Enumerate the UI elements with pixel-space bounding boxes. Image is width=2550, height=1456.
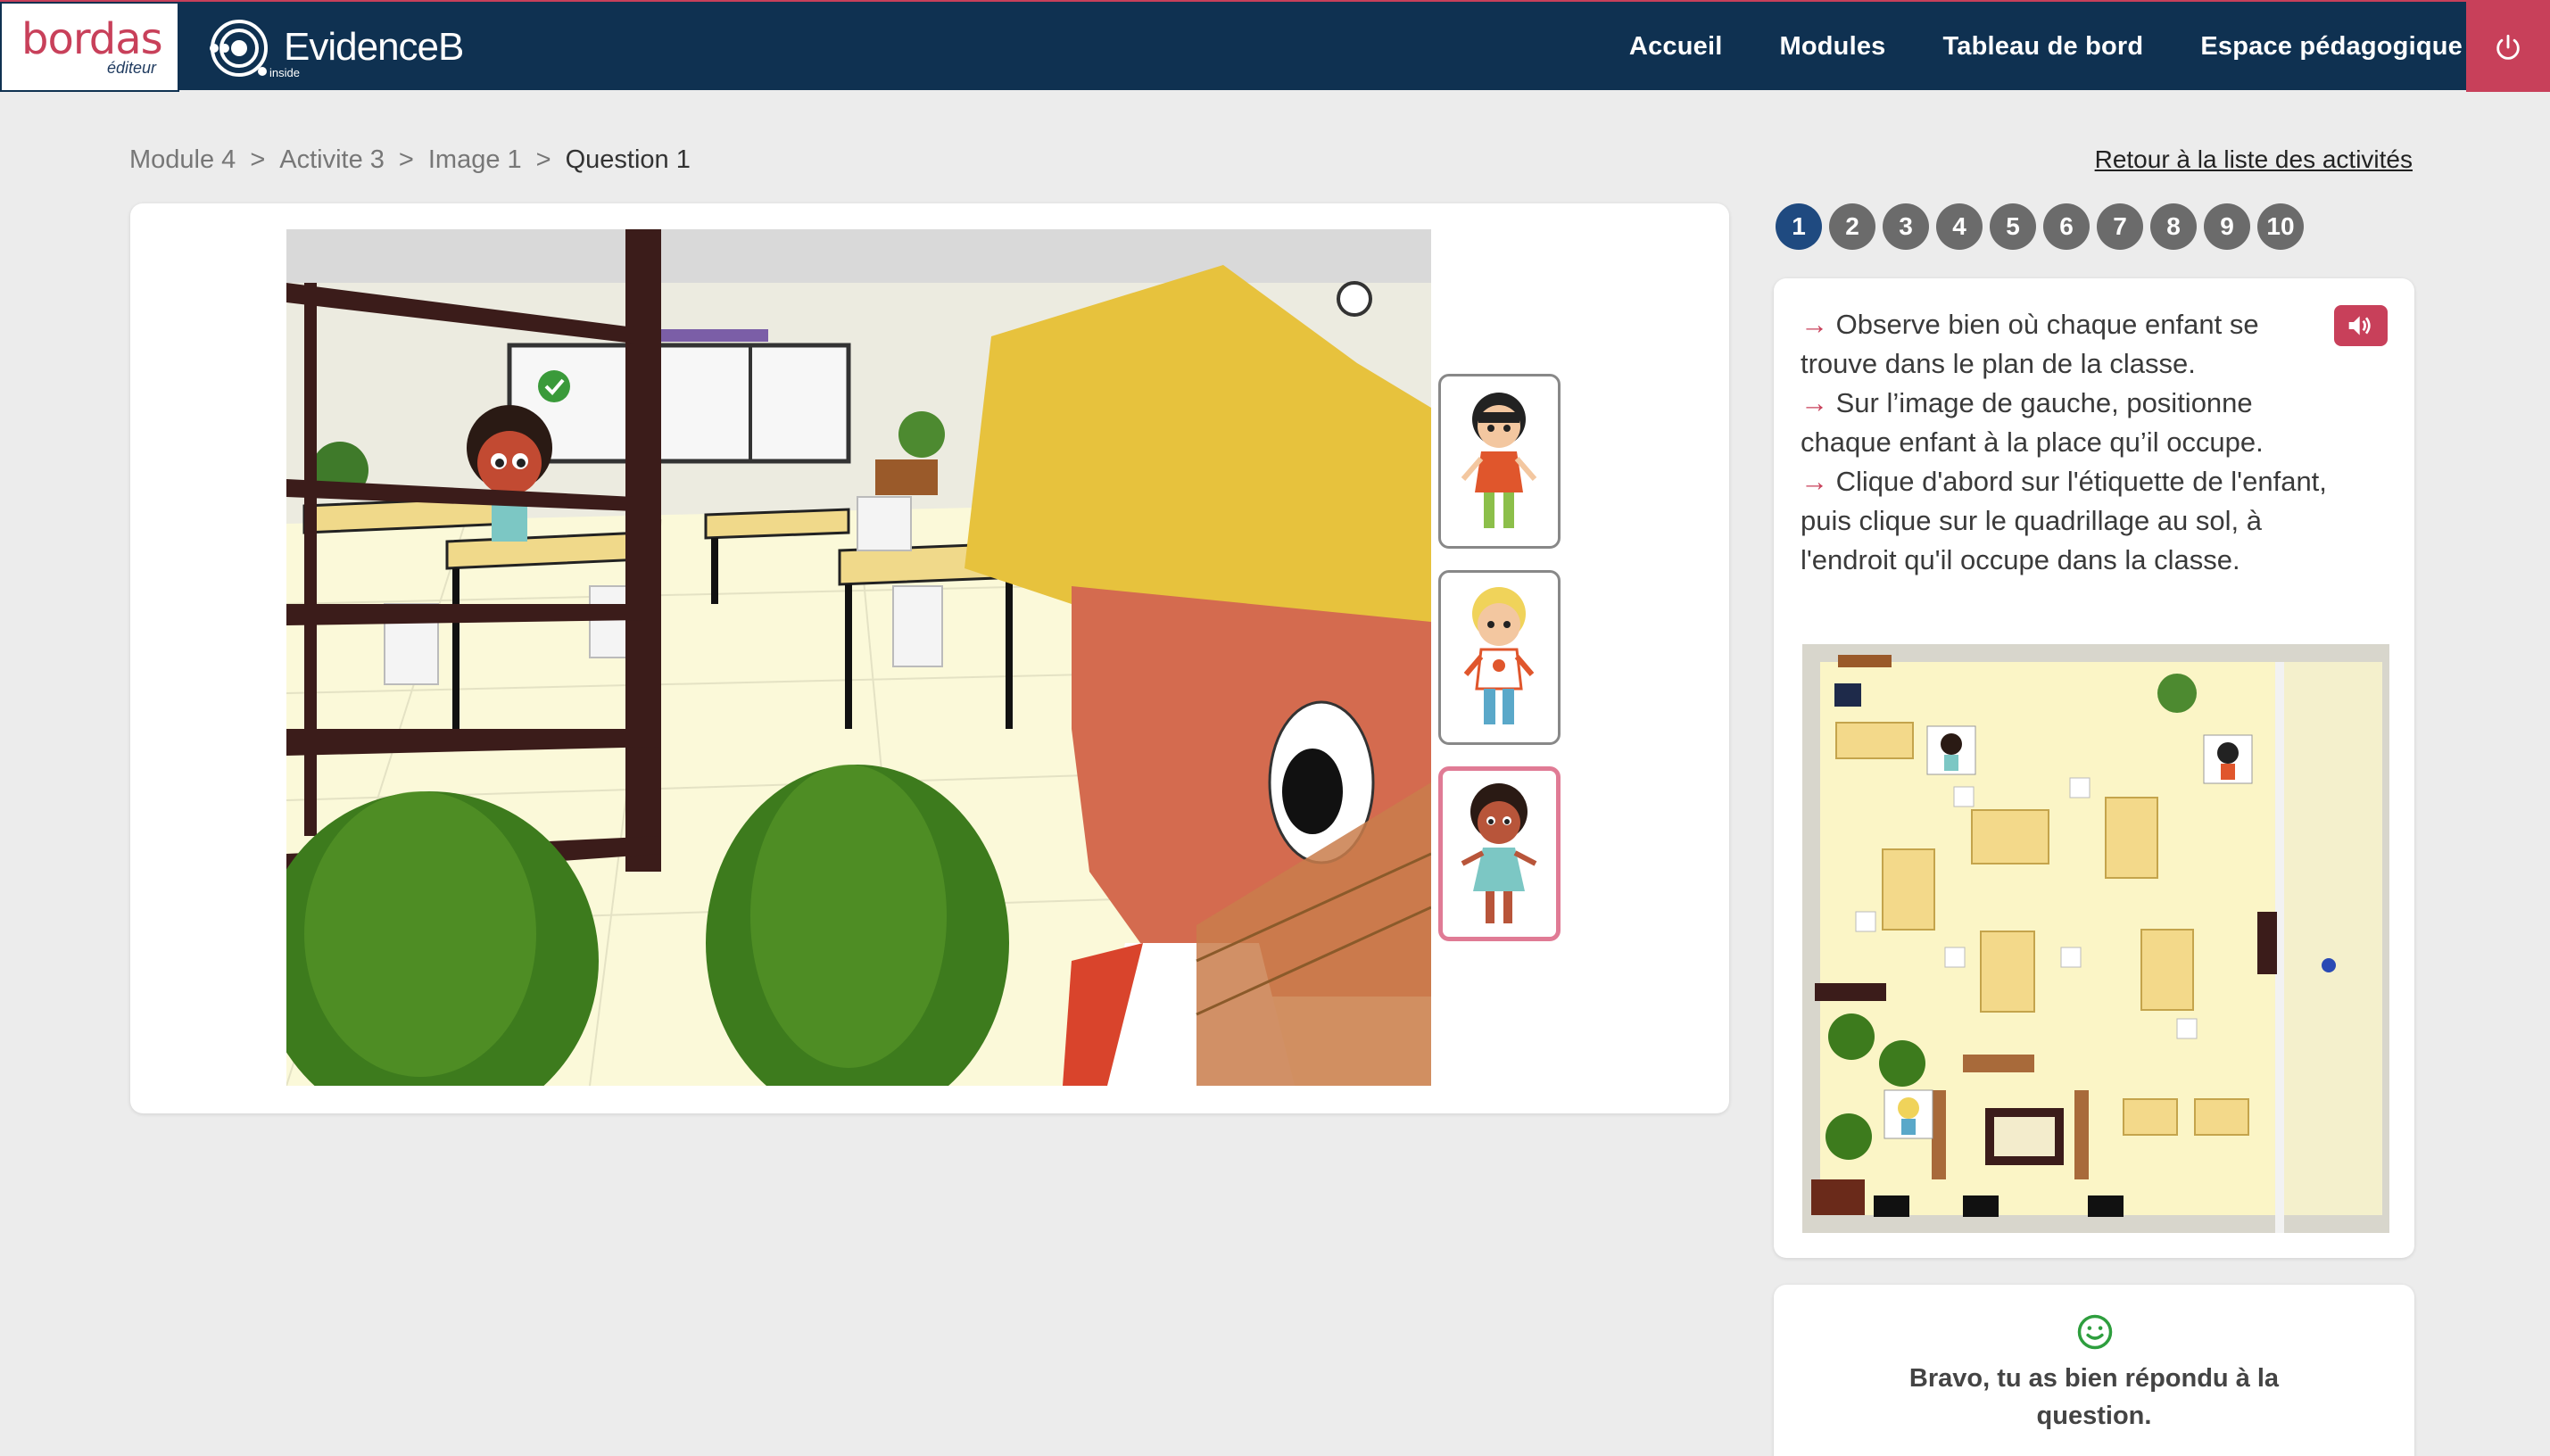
instructions-text: → Observe bien où chaque enfant se trouv…: [1801, 305, 2336, 580]
classroom-3d-view[interactable]: [286, 229, 1431, 1086]
main-nav: Accueil Modules Tableau de bord Espace p…: [1572, 2, 2463, 92]
question-number-8[interactable]: 8: [2150, 203, 2197, 250]
bordas-logo[interactable]: bordas éditeur: [0, 2, 179, 92]
question-number-1[interactable]: 1: [1776, 203, 1822, 250]
classroom-floor-plan: [1802, 644, 2389, 1233]
girl-character-icon: [1461, 393, 1537, 528]
nav-modules[interactable]: Modules: [1779, 32, 1885, 62]
evidenceb-logo: EvidenceB inside: [207, 12, 475, 84]
breadcrumb-separator: >: [398, 145, 414, 174]
question-number-9[interactable]: 9: [2204, 203, 2250, 250]
breadcrumb-question: Question 1: [565, 145, 691, 174]
question-number-6[interactable]: 6: [2043, 203, 2090, 250]
breadcrumb-module[interactable]: Module 4: [129, 145, 236, 175]
classroom-scene-illustration: [286, 229, 1431, 1086]
nav-espace-pedagogique[interactable]: Espace pédagogique: [2200, 32, 2463, 62]
arrow-right-icon: →: [1801, 466, 1828, 497]
feedback-message: Bravo, tu as bien répondu à la question.: [1908, 1364, 2280, 1430]
breadcrumb: Module 4 > Activite 3 > Image 1 > Questi…: [129, 145, 705, 175]
instruction-line: → Observe bien où chaque enfant se trouv…: [1801, 309, 2259, 379]
top-navbar: bordas éditeur EvidenceB inside Accueil …: [0, 0, 2550, 92]
evidenceb-logo-subtitle: inside: [269, 66, 300, 79]
back-to-activities-link[interactable]: Retour à la liste des activités: [2095, 145, 2413, 174]
child-label-girl-curly[interactable]: [1438, 766, 1561, 941]
question-number-4[interactable]: 4: [1936, 203, 1983, 250]
question-number-2[interactable]: 2: [1829, 203, 1875, 250]
breadcrumb-activite[interactable]: Activite 3: [279, 145, 385, 175]
speaker-icon: [2348, 316, 2371, 335]
instruction-line: → Clique d'abord sur l'étiquette de l'en…: [1801, 466, 2327, 575]
question-number-7[interactable]: 7: [2097, 203, 2143, 250]
breadcrumb-separator: >: [250, 145, 266, 174]
arrow-right-icon: →: [1801, 309, 1828, 340]
smiley-icon: [2076, 1313, 2114, 1355]
breadcrumb-image[interactable]: Image 1: [428, 145, 522, 175]
power-icon: [2496, 34, 2520, 60]
child-label-boy-blond[interactable]: [1438, 570, 1561, 745]
boy-character-icon: [1463, 587, 1535, 724]
question-number-5[interactable]: 5: [1990, 203, 2036, 250]
instruction-line: → Sur l’image de gauche, positionne chaq…: [1801, 387, 2264, 458]
nav-tableau-de-bord[interactable]: Tableau de bord: [1943, 32, 2144, 62]
question-pager: 1 2 3 4 5 6 7 8 9 10: [1776, 203, 2311, 250]
logout-button[interactable]: [2466, 2, 2550, 92]
instructions-card: → Observe bien où chaque enfant se trouv…: [1774, 278, 2414, 1258]
question-number-3[interactable]: 3: [1883, 203, 1929, 250]
activity-card: [130, 203, 1729, 1113]
bordas-logo-subtitle: éditeur: [106, 59, 156, 77]
arrow-right-icon: →: [1801, 387, 1828, 418]
girl-curly-character-icon: [1461, 783, 1537, 923]
nav-accueil[interactable]: Accueil: [1629, 32, 1723, 62]
feedback-card: Bravo, tu as bien répondu à la question.: [1774, 1285, 2414, 1456]
smiley-icon-svg: [2077, 1314, 2113, 1350]
evidenceb-mark-icon: [210, 20, 268, 77]
floor-plan-illustration: [1802, 644, 2389, 1233]
child-label-girl-asian[interactable]: [1438, 374, 1561, 549]
bordas-logo-text: bordas: [21, 14, 163, 64]
read-aloud-button[interactable]: [2334, 305, 2388, 346]
evidenceb-logo-text: EvidenceB: [284, 25, 464, 69]
question-number-10[interactable]: 10: [2257, 203, 2304, 250]
breadcrumb-separator: >: [535, 145, 551, 174]
